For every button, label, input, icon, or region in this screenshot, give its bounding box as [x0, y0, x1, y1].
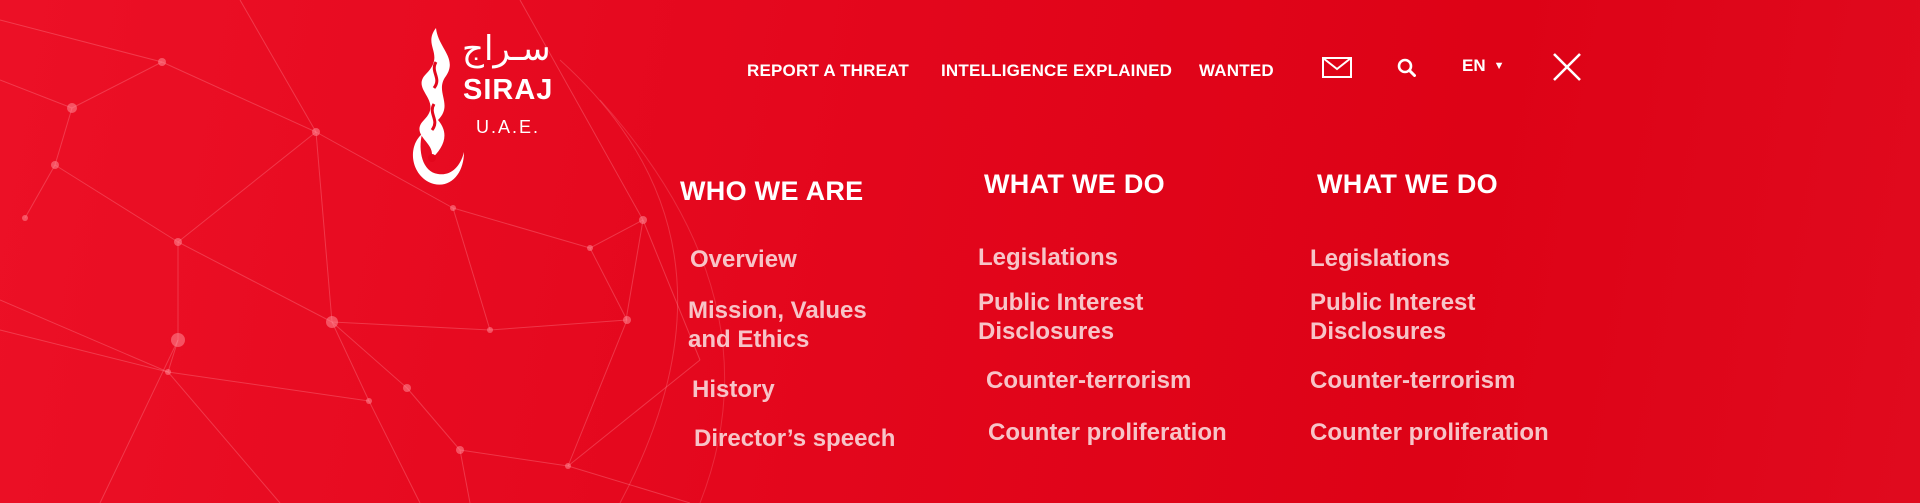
- logo-country-text: U.A.E.: [476, 117, 541, 137]
- nav-intelligence-explained[interactable]: INTELLIGENCE EXPLAINED: [941, 61, 1172, 81]
- menu-link-overview[interactable]: Overview: [690, 245, 797, 274]
- column-heading: WHAT WE DO: [984, 169, 1165, 199]
- flame-emblem-icon: [412, 28, 464, 185]
- menu-link-public-interest-disclosures[interactable]: Public Interest Disclosures: [1310, 288, 1540, 346]
- logo-arabic-text: سـراج: [462, 29, 551, 69]
- menu-link-counter-proliferation[interactable]: Counter proliferation: [1310, 418, 1549, 447]
- caret-down-icon: ▼: [1493, 60, 1505, 72]
- siraj-logo[interactable]: سـراج SIRAJ U.A.E.: [400, 22, 552, 192]
- mail-icon[interactable]: [1322, 57, 1352, 83]
- nav-wanted[interactable]: WANTED: [1199, 61, 1274, 81]
- menu-link-counter-terrorism[interactable]: Counter-terrorism: [986, 366, 1191, 395]
- column-heading: WHAT WE DO: [1317, 169, 1498, 199]
- menu-link-legislations[interactable]: Legislations: [978, 243, 1118, 272]
- nav-report-a-threat[interactable]: REPORT A THREAT: [747, 61, 909, 81]
- menu-link-public-interest-disclosures[interactable]: Public Interest Disclosures: [978, 288, 1208, 346]
- menu-link-counter-terrorism[interactable]: Counter-terrorism: [1310, 366, 1515, 395]
- close-icon[interactable]: [1552, 52, 1582, 87]
- search-icon[interactable]: [1397, 58, 1416, 82]
- menu-link-directors-speech[interactable]: Director’s speech: [694, 424, 895, 453]
- menu-link-mission-values-ethics[interactable]: Mission, Values and Ethics: [688, 296, 888, 354]
- language-selector[interactable]: EN ▼: [1462, 56, 1505, 76]
- column-heading: WHO WE ARE: [680, 176, 864, 206]
- menu-link-legislations[interactable]: Legislations: [1310, 244, 1450, 273]
- language-label: EN: [1462, 56, 1486, 75]
- menu-link-counter-proliferation[interactable]: Counter proliferation: [988, 418, 1227, 447]
- logo-name-text: SIRAJ: [463, 74, 554, 106]
- menu-link-history[interactable]: History: [692, 375, 775, 404]
